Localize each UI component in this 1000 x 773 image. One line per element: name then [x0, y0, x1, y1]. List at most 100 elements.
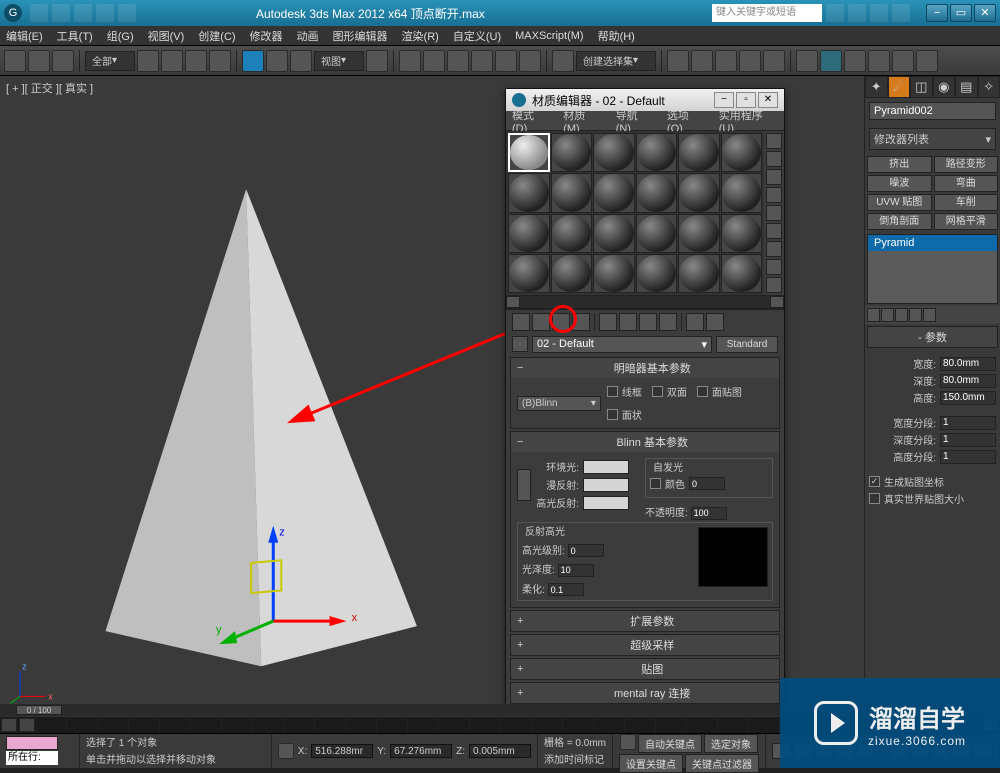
- rollout-shader-basic[interactable]: 明暗器基本参数: [511, 358, 779, 378]
- menu-customize[interactable]: 自定义(U): [453, 28, 501, 44]
- stack-item-pyramid[interactable]: Pyramid: [868, 235, 997, 251]
- render-setup-icon[interactable]: [820, 50, 842, 72]
- mat-slot[interactable]: [678, 254, 720, 293]
- reset-map-icon[interactable]: [572, 313, 590, 331]
- window-crossing-icon[interactable]: [209, 50, 231, 72]
- motion-tab-icon[interactable]: ◉: [933, 76, 956, 98]
- search-icon[interactable]: [826, 4, 844, 22]
- assign-to-selection-icon[interactable]: [552, 313, 570, 331]
- 2sided-checkbox[interactable]: [652, 386, 663, 397]
- show-end-result-icon[interactable]: [881, 308, 894, 322]
- edit-selection-set-icon[interactable]: [552, 50, 574, 72]
- rollout-mentalray[interactable]: mental ray 连接: [511, 683, 779, 703]
- restore-button[interactable]: ▭: [950, 4, 972, 22]
- height-spinner[interactable]: 150.0mm: [940, 391, 996, 405]
- minimize-button[interactable]: −: [926, 4, 948, 22]
- infocenter-icon[interactable]: [848, 4, 866, 22]
- use-pivot-icon[interactable]: [366, 50, 388, 72]
- mod-btn-noise[interactable]: 噪波: [867, 175, 932, 192]
- render-production-icon[interactable]: [868, 50, 890, 72]
- sample-scrollbar[interactable]: [506, 295, 784, 309]
- gen-mapcoords-checkbox[interactable]: ✓: [869, 476, 880, 487]
- qa-save-icon[interactable]: [30, 4, 48, 22]
- facemap-checkbox[interactable]: [697, 386, 708, 397]
- qa-more-icon[interactable]: [118, 4, 136, 22]
- mat-slot[interactable]: [678, 214, 720, 253]
- mat-slot[interactable]: [508, 133, 550, 172]
- backlight-icon[interactable]: [766, 151, 782, 167]
- selection-set-button[interactable]: 选定对象: [704, 734, 758, 753]
- undo-icon[interactable]: [4, 50, 26, 72]
- options-icon[interactable]: [766, 241, 782, 257]
- mat-slot[interactable]: [508, 254, 550, 293]
- mod-btn-lathe[interactable]: 车削: [934, 194, 999, 211]
- mat-slot[interactable]: [508, 173, 550, 212]
- depth-seg-spinner[interactable]: 1: [940, 433, 996, 447]
- percent-snap-icon[interactable]: [495, 50, 517, 72]
- put-to-scene-icon[interactable]: [532, 313, 550, 331]
- mat-slot[interactable]: [636, 173, 678, 212]
- sample-uv-icon[interactable]: [766, 187, 782, 203]
- make-unique-icon[interactable]: [895, 308, 908, 322]
- mat-slot[interactable]: [678, 133, 720, 172]
- material-type-button[interactable]: Standard: [716, 336, 778, 353]
- select-by-mat-icon[interactable]: [766, 259, 782, 275]
- configure-sets-icon[interactable]: [923, 308, 936, 322]
- modify-tab-icon[interactable]: ☄: [888, 76, 911, 98]
- mirror-icon[interactable]: [667, 50, 689, 72]
- rendered-frame-icon[interactable]: [844, 50, 866, 72]
- mat-slot[interactable]: [721, 254, 763, 293]
- selfillum-spinner[interactable]: 0: [689, 477, 725, 490]
- get-material-icon[interactable]: [512, 313, 530, 331]
- spinner-snap-icon[interactable]: [519, 50, 541, 72]
- menu-rendering[interactable]: 渲染(R): [402, 28, 439, 44]
- add-time-tag-button[interactable]: 添加时间标记: [544, 755, 604, 766]
- menu-edit[interactable]: 编辑(E): [6, 28, 43, 44]
- help-icon[interactable]: [892, 4, 910, 22]
- gloss-spinner[interactable]: 10: [558, 564, 594, 577]
- menu-group[interactable]: 组(G): [107, 28, 134, 44]
- mat-slot[interactable]: [551, 254, 593, 293]
- curve-editor-icon[interactable]: [739, 50, 761, 72]
- pin-stack-icon[interactable]: [867, 308, 880, 322]
- faceted-checkbox[interactable]: [607, 409, 618, 420]
- show-end-result-icon[interactable]: [659, 313, 677, 331]
- shader-dropdown[interactable]: (B)Blinn▾: [517, 396, 601, 411]
- go-parent-icon[interactable]: [686, 313, 704, 331]
- pick-material-icon[interactable]: [512, 336, 528, 352]
- select-move-icon[interactable]: [242, 50, 264, 72]
- menu-modifiers[interactable]: 修改器: [250, 28, 283, 44]
- hierarchy-tab-icon[interactable]: ◫: [910, 76, 933, 98]
- wire-checkbox[interactable]: [607, 386, 618, 397]
- mat-slot[interactable]: [721, 214, 763, 253]
- material-name-dropdown[interactable]: 02 - Default▾: [532, 336, 712, 353]
- width-spinner[interactable]: 80.0mm: [940, 357, 996, 371]
- ambient-swatch[interactable]: [583, 460, 629, 474]
- autokey-button[interactable]: 自动关键点: [638, 734, 702, 753]
- material-editor-icon[interactable]: [796, 50, 818, 72]
- diffuse-swatch[interactable]: [583, 478, 629, 492]
- mod-btn-pathdeform[interactable]: 路径变形: [934, 156, 999, 173]
- selfillum-color-checkbox[interactable]: [650, 478, 661, 489]
- menu-grapheditors[interactable]: 图形编辑器: [333, 28, 388, 44]
- scroll-left-icon[interactable]: [506, 296, 520, 308]
- object-name-input[interactable]: Pyramid002: [869, 102, 996, 120]
- speclevel-spinner[interactable]: 0: [568, 544, 604, 557]
- mod-btn-bevel[interactable]: 倒角剖面: [867, 213, 932, 230]
- coord-y-input[interactable]: 67.276mm: [390, 744, 452, 758]
- rollout-supersampling[interactable]: 超级采样: [511, 635, 779, 655]
- time-slider-thumb[interactable]: 0 / 100: [16, 705, 62, 715]
- mod-btn-extrude[interactable]: 挤出: [867, 156, 932, 173]
- key-filters-button[interactable]: 关键点过滤器: [685, 754, 759, 773]
- select-rotate-icon[interactable]: [266, 50, 288, 72]
- menu-tools[interactable]: 工具(T): [57, 28, 93, 44]
- redo-icon[interactable]: [28, 50, 50, 72]
- height-seg-spinner[interactable]: 1: [940, 450, 996, 464]
- qa-undo-icon[interactable]: [52, 4, 70, 22]
- link-icon[interactable]: [52, 50, 74, 72]
- remove-modifier-icon[interactable]: [909, 308, 922, 322]
- angle-snap-icon[interactable]: [471, 50, 493, 72]
- mat-slot[interactable]: [593, 254, 635, 293]
- help-search-input[interactable]: 键入关键字或短语: [712, 4, 822, 22]
- named-selection-set-dropdown[interactable]: 创建选择集 ▾: [576, 51, 656, 71]
